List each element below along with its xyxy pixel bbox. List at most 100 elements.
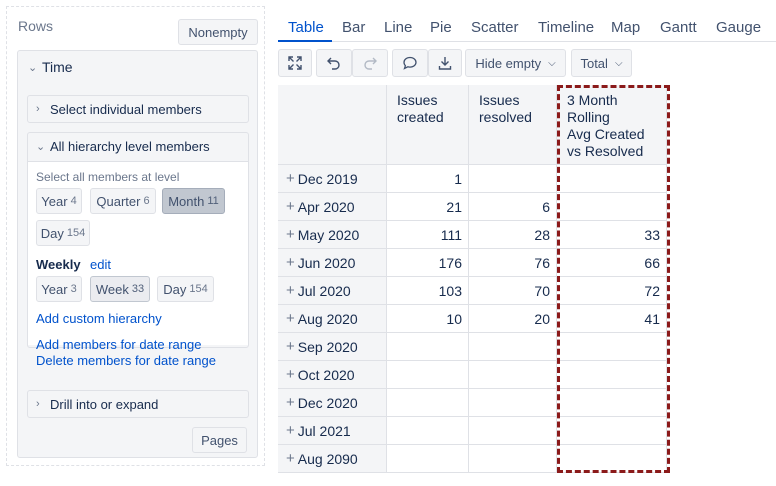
all-hierarchy-level-members-header[interactable]: ⌄ All hierarchy level members xyxy=(28,133,248,159)
table-row-header[interactable]: + Aug 2090 xyxy=(278,445,387,473)
level-quarter-button[interactable]: Quarter 6 xyxy=(90,188,156,214)
level-year-button[interactable]: Year 4 xyxy=(36,188,82,214)
row-label: Sep 2020 xyxy=(297,338,358,355)
table-row-header[interactable]: + May 2020 xyxy=(278,221,387,249)
table-row-header[interactable]: + Jul 2020 xyxy=(278,277,387,305)
tab-timeline[interactable]: Timeline xyxy=(538,19,594,36)
weekly-day-button[interactable]: Day 154 xyxy=(157,276,214,302)
header-line: 3 Month xyxy=(567,92,618,108)
table-cell: 103 xyxy=(387,277,469,305)
level-year-label: Year xyxy=(41,193,68,209)
time-dimension-title: Time xyxy=(42,59,73,75)
add-custom-hierarchy-link[interactable]: Add custom hierarchy xyxy=(36,311,162,326)
weekly-week-label: Week xyxy=(95,281,129,297)
tab-table[interactable]: Table xyxy=(288,19,324,36)
total-label: Total xyxy=(580,55,608,71)
tab-map[interactable]: Map xyxy=(611,19,640,36)
undo-button[interactable] xyxy=(316,49,352,77)
header-line: Rolling xyxy=(567,109,610,125)
expand-plus-icon: + xyxy=(286,254,295,271)
drill-into-or-expand-section[interactable]: › Drill into or expand xyxy=(27,390,249,418)
total-dropdown[interactable]: Total ⌵ xyxy=(571,49,632,77)
tab-scatter[interactable]: Scatter xyxy=(471,19,519,36)
table-cell xyxy=(469,165,557,193)
table-cell xyxy=(469,417,557,445)
header-issues-created[interactable]: Issues created xyxy=(387,85,469,165)
all-hierarchy-level-members-section: ⌄ All hierarchy level members Select all… xyxy=(27,132,249,368)
table-cell: 33 xyxy=(557,221,667,249)
chevron-right-icon: › xyxy=(36,398,40,410)
chevron-down-icon: ⌄ xyxy=(36,140,46,153)
level-hint: Select all members at level xyxy=(36,170,180,184)
table-cell: 1 xyxy=(387,165,469,193)
expand-plus-icon: + xyxy=(286,422,295,439)
tab-bar[interactable]: Bar xyxy=(342,19,365,36)
expand-plus-icon: + xyxy=(286,170,295,187)
tab-gantt[interactable]: Gantt xyxy=(660,19,697,36)
delete-members-date-range-link[interactable]: Delete members for date range xyxy=(36,353,216,368)
header-line: created xyxy=(397,109,444,125)
table-cell: 20 xyxy=(469,305,557,333)
redo-icon xyxy=(364,57,377,70)
table-cell xyxy=(387,417,469,445)
level-month-button[interactable]: Month 11 xyxy=(162,188,225,214)
table-cell xyxy=(387,389,469,417)
expand-plus-icon: + xyxy=(286,282,295,299)
visualization-tabs: Table Bar Line Pie Scatter Timeline Map … xyxy=(278,14,776,42)
chevron-right-icon: › xyxy=(36,103,40,115)
table-row-header[interactable]: + Jul 2021 xyxy=(278,417,387,445)
download-button[interactable] xyxy=(428,49,462,77)
table-row-header[interactable]: + Sep 2020 xyxy=(278,333,387,361)
add-members-date-range-link[interactable]: Add members for date range xyxy=(36,337,201,352)
table-cell: 72 xyxy=(557,277,667,305)
table-cell: 70 xyxy=(469,277,557,305)
table-cell: 76 xyxy=(469,249,557,277)
redo-button[interactable] xyxy=(352,49,388,77)
drill-into-or-expand-label: Drill into or expand xyxy=(50,396,159,412)
header-line: vs Resolved xyxy=(567,143,644,159)
expand-plus-icon: + xyxy=(286,366,295,383)
table-cell xyxy=(557,193,667,221)
hide-empty-dropdown[interactable]: Hide empty ⌵ xyxy=(465,49,566,77)
table-row-header[interactable]: + Jun 2020 xyxy=(278,249,387,277)
chevron-down-icon: ⌵ xyxy=(548,57,556,69)
expand-plus-icon: + xyxy=(286,450,295,467)
tab-gauge[interactable]: Gauge xyxy=(716,19,761,36)
level-year-count: 4 xyxy=(70,195,77,207)
header-line: Issues xyxy=(479,92,520,108)
time-dimension-header[interactable]: ⌄ Time xyxy=(18,51,257,83)
table-row-header[interactable]: + Apr 2020 xyxy=(278,193,387,221)
table-row-header[interactable]: + Aug 2020 xyxy=(278,305,387,333)
nonempty-button[interactable]: Nonempty xyxy=(178,19,258,45)
hide-empty-label: Hide empty xyxy=(475,55,542,71)
tab-line[interactable]: Line xyxy=(384,19,412,36)
row-label: Aug 2020 xyxy=(297,310,358,327)
comment-button[interactable] xyxy=(392,49,428,77)
table-row-header[interactable]: + Dec 2020 xyxy=(278,389,387,417)
time-dimension-box: ⌄ Time › Select individual members ⌄ All… xyxy=(17,50,258,458)
level-day-label: Day xyxy=(40,225,64,241)
weekly-week-button[interactable]: Week 33 xyxy=(90,276,150,302)
select-individual-members-section[interactable]: › Select individual members xyxy=(27,95,249,123)
fullscreen-button[interactable] xyxy=(278,49,312,77)
select-individual-members-label: Select individual members xyxy=(50,101,202,117)
table-cell: 176 xyxy=(387,249,469,277)
rows-panel: Rows Nonempty ⌄ Time › Select individual… xyxy=(6,6,265,466)
weekly-year-button[interactable]: Year 3 xyxy=(36,276,82,302)
header-line: Issues xyxy=(397,92,438,108)
table-cell xyxy=(557,445,667,473)
row-label: Jun 2020 xyxy=(297,254,356,271)
header-line: resolved xyxy=(479,109,532,125)
header-issues-resolved[interactable]: Issues resolved xyxy=(469,85,557,165)
weekly-day-count: 154 xyxy=(189,283,208,295)
tab-pie[interactable]: Pie xyxy=(430,19,452,36)
table-row-header[interactable]: + Dec 2019 xyxy=(278,165,387,193)
level-day-button[interactable]: Day 154 xyxy=(36,220,90,246)
weekly-edit-link[interactable]: edit xyxy=(90,257,111,272)
table-row-header[interactable]: + Oct 2020 xyxy=(278,361,387,389)
table-cell xyxy=(557,165,667,193)
header-rolling-avg[interactable]: 3 Month Rolling Avg Created vs Resolved xyxy=(557,85,667,165)
pages-button[interactable]: Pages xyxy=(192,427,247,453)
comment-icon xyxy=(403,56,417,70)
table-cell xyxy=(469,361,557,389)
